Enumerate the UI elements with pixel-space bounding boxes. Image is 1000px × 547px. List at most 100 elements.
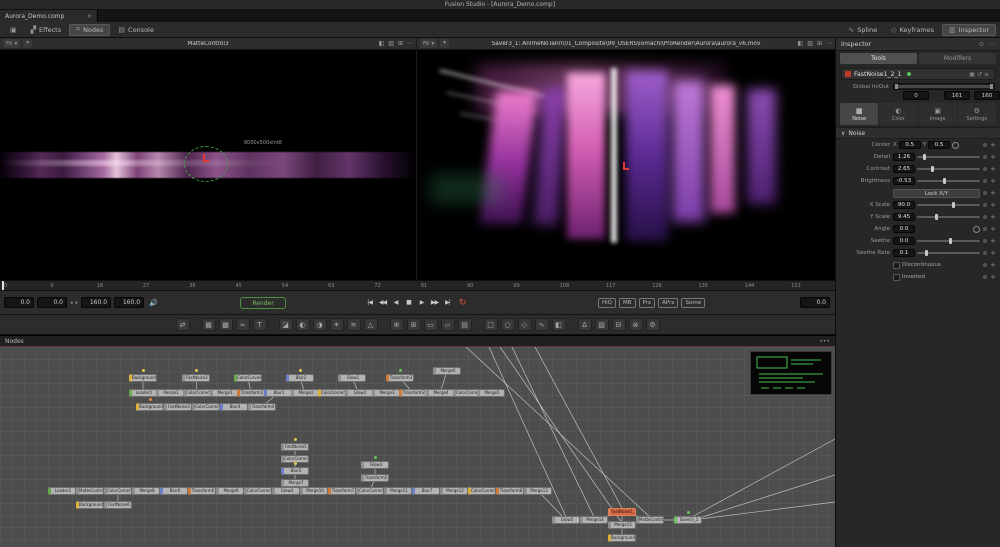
media-in-out-icon[interactable]: ⇄ (176, 318, 190, 331)
fps-field[interactable]: 0.0 (800, 297, 830, 308)
render-button[interactable]: Render (240, 297, 286, 309)
graph-node-colorcorrector1[interactable]: ColorCorrector1 (183, 389, 211, 397)
node-reset-icon[interactable]: ↺ (977, 71, 984, 78)
right-viewer-canvas[interactable] (417, 50, 835, 280)
inspector-menu-icon[interactable]: ⋯ (989, 41, 995, 48)
subtab-color[interactable]: ◐Color (879, 103, 917, 125)
spline-button[interactable]: ∿Spline (842, 24, 883, 36)
matte-control-tool-icon[interactable]: ◧ (552, 318, 566, 331)
zoom-dropdown[interactable]: ▾ (440, 39, 449, 48)
value-box-x[interactable]: 0.5 (899, 141, 921, 149)
time-ruler[interactable]: 0918273645546372819099108117126135144153 (0, 280, 835, 291)
graph-node-background6[interactable]: Background6 (608, 534, 636, 542)
graph-node-colorcorrector8[interactable]: ColorCorrector8 (356, 487, 384, 495)
polygon-mask-tool-icon[interactable]: ◇ (518, 318, 532, 331)
playback-fast-fwd-button[interactable]: ▶▶ (429, 296, 440, 309)
graph-node-merge14[interactable]: Merge14 (580, 516, 608, 524)
graph-node-colorcorrector7[interactable]: ColorCorrector7 (244, 487, 272, 495)
slider-track[interactable] (917, 240, 980, 242)
node-graph[interactable]: Background2FastNoise2ColorCurves1Blur2Gl… (0, 346, 835, 547)
pin-icon[interactable]: ⊙ (979, 41, 984, 48)
graph-node-colorcorrector6[interactable]: ColorCorrector6 (104, 487, 132, 495)
graph-node-fastnoise3[interactable]: FastNoise3 (164, 403, 192, 411)
subtab-image[interactable]: ▣Image (919, 103, 957, 125)
subtab-settings[interactable]: ⚙Settings (958, 103, 996, 125)
paint-tool-icon[interactable]: ◪ (279, 318, 293, 331)
quality-aprx-button[interactable]: APrx (658, 298, 678, 308)
viewer-menu-icon[interactable]: ⋯ (826, 40, 832, 47)
graph-node-background2[interactable]: Background2 (129, 374, 157, 382)
preview-thumbnail[interactable] (750, 351, 832, 395)
add-keyframe-button[interactable]: + (990, 153, 996, 161)
current-time-field-2[interactable]: 0.0 (37, 297, 67, 308)
slider-handle[interactable] (935, 214, 938, 220)
graph-node-background3[interactable]: Background3 (136, 403, 164, 411)
graph-node-loader1[interactable]: Loader1 (129, 389, 157, 397)
range-out-field[interactable]: 160.0 (114, 297, 144, 308)
playback-start-button[interactable]: |◀ (364, 296, 375, 309)
background-tool-icon[interactable]: ▦ (202, 318, 216, 331)
graph-node-merge7[interactable]: Merge7 (281, 479, 309, 487)
nodes-panel-menu-icon[interactable]: ••• (819, 338, 830, 345)
graph-node-merge10[interactable]: Merge10 (300, 487, 328, 495)
tab-close-icon[interactable]: × (87, 13, 92, 20)
value-box[interactable]: 9.45 (893, 213, 915, 221)
node-color-icon[interactable]: ▣ (969, 71, 977, 78)
range-handle-in[interactable] (895, 84, 898, 89)
slider-handle[interactable] (952, 202, 955, 208)
fog-tool-icon[interactable]: ≈ (236, 318, 250, 331)
graph-node-fastnoise6[interactable]: FastNoise6 (104, 501, 132, 509)
global-in-field[interactable]: 0 (903, 91, 929, 100)
playback-stop-button[interactable]: ■ (403, 296, 414, 309)
value-box-y[interactable]: 0.5 (928, 141, 950, 149)
graph-node-merge3[interactable]: Merge3 (372, 389, 400, 397)
inverted-checkbox[interactable] (893, 274, 900, 281)
slider-track[interactable] (917, 216, 980, 218)
range-handle-out[interactable] (990, 84, 993, 89)
snapshot-icon[interactable]: ⊞ (398, 40, 403, 47)
graph-node-merge8[interactable]: Merge8 (132, 487, 160, 495)
playback-end-button[interactable]: ▶| (442, 296, 453, 309)
graph-node-blur7[interactable]: Blur7 (412, 487, 440, 495)
noise-section-header[interactable]: ∨ Noise (836, 127, 1000, 139)
nodes-button[interactable]: ⌗Nodes (69, 24, 110, 36)
add-keyframe-button[interactable]: + (990, 249, 996, 257)
tracker-tool-icon[interactable]: ⊗ (629, 318, 643, 331)
quality-mb-button[interactable]: MB (619, 298, 636, 308)
media-button[interactable]: ▣ (4, 24, 23, 36)
fastnoise-tool-icon[interactable]: ▩ (219, 318, 233, 331)
viewer-menu-icon[interactable]: ⋯ (407, 40, 413, 47)
graph-node-fastnoise5[interactable]: FastNoise5 (281, 443, 309, 451)
delta-keyer-tool-icon[interactable]: ▨ (595, 318, 609, 331)
rectangle-mask-tool-icon[interactable]: □ (484, 318, 498, 331)
graph-node-merge4[interactable]: Merge4 (426, 389, 454, 397)
slider-track[interactable] (917, 180, 980, 182)
graph-node-transform5[interactable]: Transform5 (361, 474, 389, 482)
ab-buffer-icon[interactable]: ▥ (807, 40, 813, 47)
graph-node-merge2[interactable]: Merge2 (291, 389, 319, 397)
color-curves-tool-icon[interactable]: ◑ (313, 318, 327, 331)
slider-handle[interactable] (931, 166, 934, 172)
graph-node-colorcurves1[interactable]: ColorCurves1 (234, 374, 262, 382)
node-menu-icon[interactable]: ≡ (984, 71, 991, 78)
slider-handle[interactable] (949, 238, 952, 244)
graph-node-resize1[interactable]: Resize1 (156, 389, 184, 397)
quality-prx-button[interactable]: Prx (639, 298, 656, 308)
graph-node-blur5[interactable]: Blur5 (281, 467, 309, 475)
tab-modifiers[interactable]: Modifiers (919, 53, 996, 64)
add-keyframe-button[interactable]: + (990, 237, 996, 245)
settings-tool-icon[interactable]: ⚙ (646, 318, 660, 331)
current-time-field[interactable]: 0.0 (4, 297, 34, 308)
graph-node-blur4[interactable]: Blur4 (220, 403, 248, 411)
playback-rev-button[interactable]: ◀ (390, 296, 401, 309)
graph-node-mattecontrol3[interactable]: MatteControl3 (636, 516, 664, 524)
add-keyframe-button[interactable]: + (990, 201, 996, 209)
graph-node-colorcorrector4[interactable]: ColorCorrector4 (192, 403, 220, 411)
inspector-button[interactable]: ▥Inspector (942, 24, 996, 36)
graph-node-transform3[interactable]: Transform3 (386, 374, 414, 382)
chroma-keyer-tool-icon[interactable]: Δ (578, 318, 592, 331)
brightness-contrast-tool-icon[interactable]: ☀ (330, 318, 344, 331)
merge-tool-icon[interactable]: ⊕ (390, 318, 404, 331)
value-box[interactable]: 0.0 (893, 225, 915, 233)
ellipse-mask-tool-icon[interactable]: ○ (501, 318, 515, 331)
